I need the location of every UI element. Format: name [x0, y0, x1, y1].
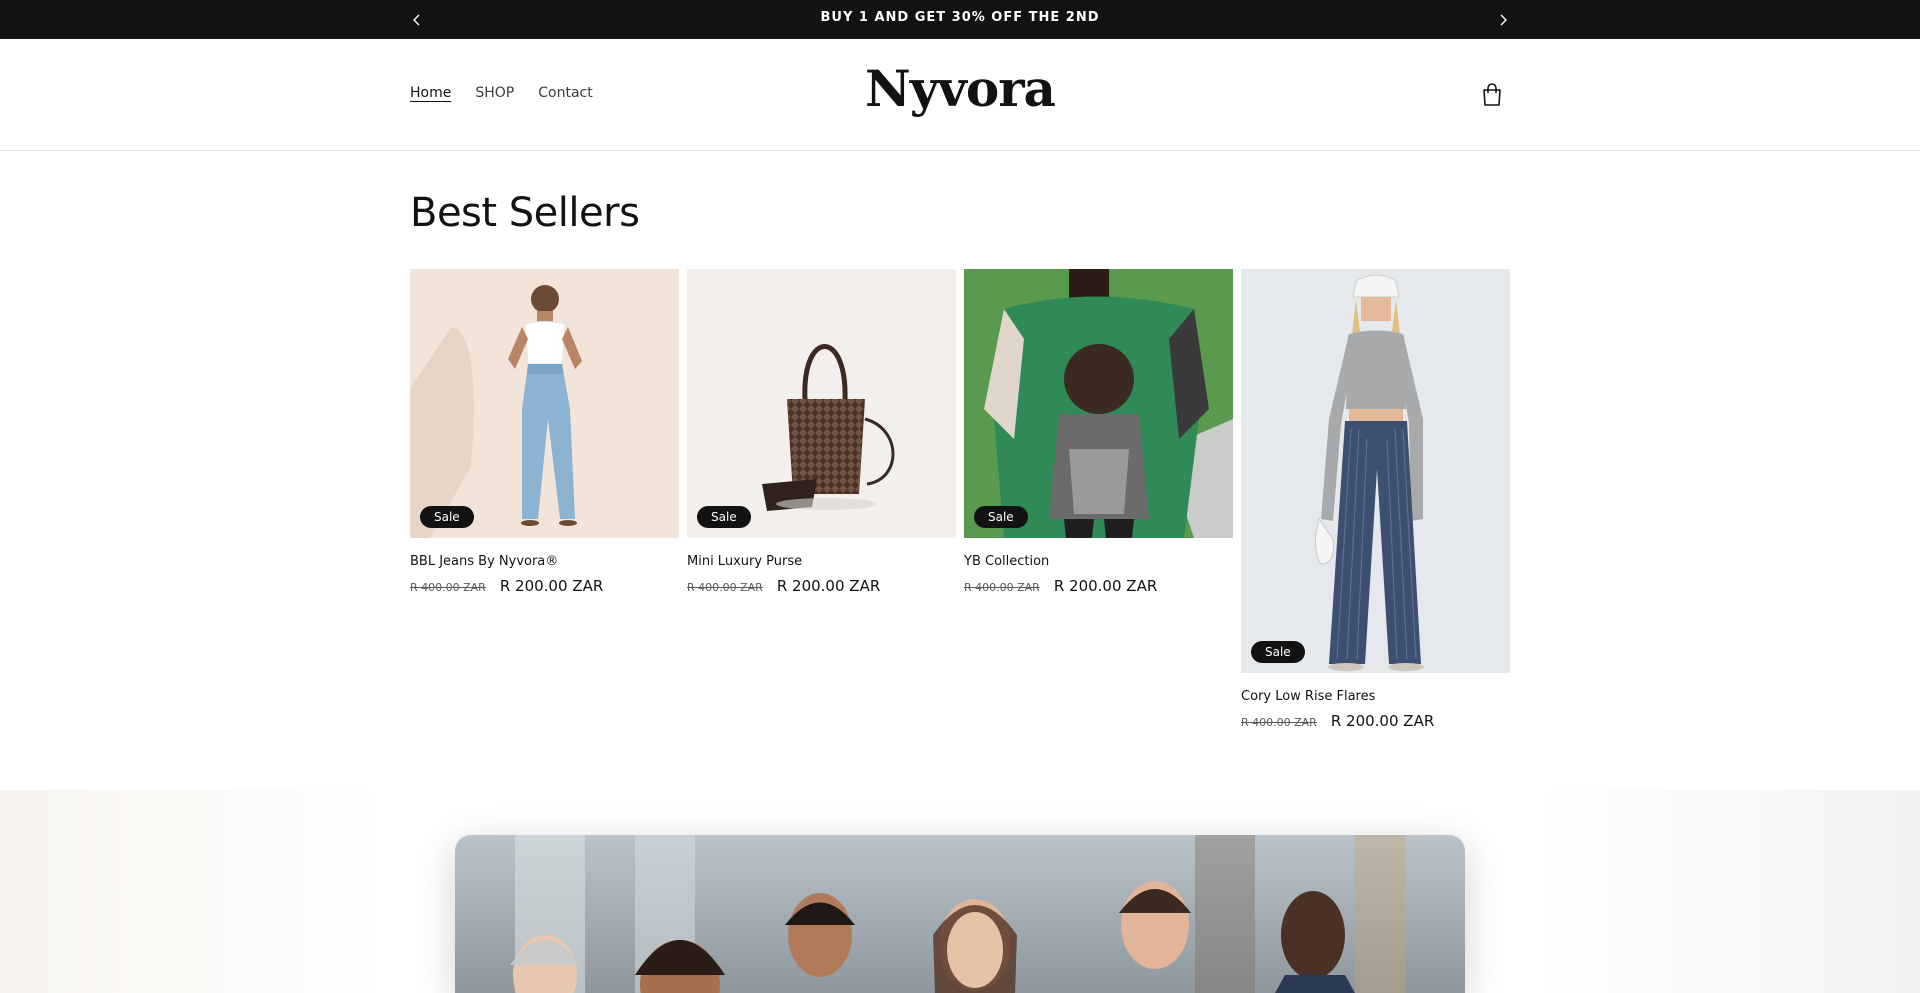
- site-logo[interactable]: Nyvora: [760, 59, 1160, 118]
- price-row: R 400.00 ZAR R 200.00 ZAR: [687, 577, 956, 595]
- announcement-next-button[interactable]: [1488, 0, 1518, 39]
- product-card[interactable]: Sale BBL Jeans By Nyvora® R 400.00 ZAR R…: [410, 269, 679, 595]
- cart-button[interactable]: [1476, 79, 1508, 111]
- product-image[interactable]: Sale: [687, 269, 956, 538]
- product-title[interactable]: BBL Jeans By Nyvora®: [410, 554, 679, 569]
- section-title: Best Sellers: [410, 190, 640, 236]
- product-title[interactable]: Mini Luxury Purse: [687, 554, 956, 569]
- sale-badge: Sale: [697, 506, 751, 528]
- regular-price: R 400.00 ZAR: [964, 581, 1040, 594]
- regular-price: R 400.00 ZAR: [1241, 716, 1317, 729]
- regular-price: R 400.00 ZAR: [687, 581, 763, 594]
- shopping-bag-icon: [1483, 83, 1501, 106]
- sale-price: R 200.00 ZAR: [1330, 712, 1435, 730]
- sale-badge: Sale: [1251, 641, 1305, 663]
- team-banner-image: [455, 835, 1465, 993]
- product-image[interactable]: Sale: [1241, 269, 1510, 673]
- regular-price: R 400.00 ZAR: [410, 581, 486, 594]
- chevron-right-icon: [1500, 14, 1507, 25]
- product-image[interactable]: Sale: [410, 269, 679, 538]
- announcement-bar: BUY 1 AND GET 30% OFF THE 2ND: [0, 0, 1920, 39]
- product-title[interactable]: YB Collection: [964, 554, 1233, 569]
- sale-price: R 200.00 ZAR: [1053, 577, 1158, 595]
- nav-contact-link[interactable]: Contact: [538, 85, 592, 101]
- sale-price: R 200.00 ZAR: [499, 577, 604, 595]
- announcement-message: BUY 1 AND GET 30% OFF THE 2ND: [820, 10, 1100, 25]
- sale-price: R 200.00 ZAR: [776, 577, 881, 595]
- price-row: R 400.00 ZAR R 200.00 ZAR: [964, 577, 1233, 595]
- sale-badge: Sale: [420, 506, 474, 528]
- main-nav: Home SHOP Contact: [410, 85, 593, 101]
- nav-home-link[interactable]: Home: [410, 85, 451, 101]
- nav-shop-link[interactable]: SHOP: [475, 85, 514, 101]
- product-card[interactable]: Sale YB Collection R 400.00 ZAR R 200.00…: [964, 269, 1233, 595]
- product-card[interactable]: Sale Mini Luxury Purse R 400.00 ZAR R 20…: [687, 269, 956, 595]
- price-row: R 400.00 ZAR R 200.00 ZAR: [1241, 712, 1510, 730]
- site-header: Home SHOP Contact Nyvora: [0, 39, 1920, 151]
- product-card[interactable]: Sale Cory Low Rise Flares R 400.00 ZAR R…: [1241, 269, 1510, 730]
- product-image[interactable]: Sale: [964, 269, 1233, 538]
- sale-badge: Sale: [974, 506, 1028, 528]
- price-row: R 400.00 ZAR R 200.00 ZAR: [410, 577, 679, 595]
- product-title[interactable]: Cory Low Rise Flares: [1241, 689, 1510, 704]
